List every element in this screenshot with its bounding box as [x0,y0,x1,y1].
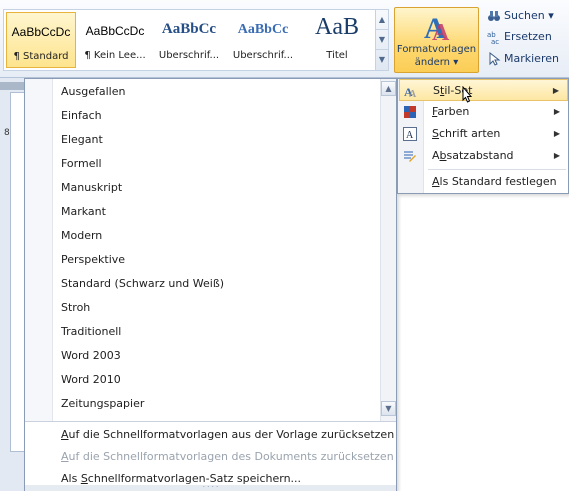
svg-text:A: A [409,89,417,98]
style-name: Überschrif... [158,50,220,61]
style-sample: AaBbCcDc [11,25,71,39]
colors-icon [404,106,416,118]
menu-label-pre: S [433,84,440,97]
mnemonic-letter: b [439,149,447,162]
style-set-item[interactable]: Stroh [61,296,90,320]
submenu-arrow-icon: ▶ [552,86,559,95]
menu-label-rest: arben [437,105,470,118]
change-styles-icon: A A [424,12,450,44]
style-set-item[interactable]: Elegant [61,128,103,152]
menu-item-paragraph-spacing[interactable]: Absatzabstand ▶ [399,145,568,167]
change-styles-menu: A A Stil-Set ▶ Farben ▶ A Schrift arten … [397,78,569,194]
change-styles-label-2: ändern ▾ [414,57,459,68]
menu-label-pre: A [432,149,440,162]
style-set-item[interactable]: Zeitungspapier [61,392,144,416]
style-set-list: Ausgefallen Einfach Elegant Formell Manu… [25,79,382,421]
style-name: Titel [326,50,348,61]
style-set-item[interactable]: Word 2003 [61,344,121,368]
menu-item-fonts[interactable]: A Schrift arten ▶ [399,123,568,145]
menu-label-rest: ls Standard festlegen [439,175,557,188]
style-set-item[interactable]: Einfach [61,104,102,128]
scroll-down-icon[interactable]: ▼ [381,401,396,416]
svg-text:A: A [406,130,414,141]
style-set-item[interactable]: Modern [61,224,102,248]
mouse-pointer-icon [462,86,473,103]
style-set-commands: Auf die Schnellformatvorlagen aus der Vo… [25,422,396,490]
cursor-arrow-icon [489,52,501,66]
style-set-item[interactable]: Ausgefallen [61,80,125,104]
change-styles-button[interactable]: A A Formatvorlagen ändern ▾ [394,7,479,73]
style-tile-kein-leerraum[interactable]: AaBbCcDc ¶ Kein Lee... [80,12,150,68]
svg-text:A: A [432,20,450,44]
paragraph-spacing-icon [404,151,416,162]
style-set-icon: A A [404,85,417,98]
menu-label-rest: chrift arten [438,127,501,140]
style-set-item[interactable]: Traditionell [61,320,121,344]
style-sample: AaB [315,14,359,40]
fonts-icon: A [403,127,417,141]
gallery-scroll-down-icon[interactable]: ▼ [376,30,388,50]
scroll-up-icon[interactable]: ▲ [381,81,396,96]
style-sample: AaBbCcDc [85,24,145,38]
command-label: uf die Schnellformatvorlagen des Dokumen… [68,450,394,463]
style-tile-heading-2[interactable]: AaBbCc Überschrif... [228,12,298,68]
style-sample: AaBbCc [237,22,289,37]
svg-text:ac: ac [491,38,499,44]
mnemonic-letter: A [432,175,440,188]
style-set-dropdown: Ausgefallen Einfach Elegant Formell Manu… [24,78,397,491]
reset-to-document-command: Auf die Schnellformatvorlagen des Dokume… [61,446,394,468]
replace-button[interactable]: ab ac Ersetzen [487,30,552,48]
style-set-item[interactable]: Perspektive [61,248,125,272]
select-label: Markieren [504,52,559,65]
style-tile-standard[interactable]: AaBbCcDc ¶ Standard [6,12,76,68]
find-button[interactable]: Suchen ▾ [487,9,554,27]
gallery-more-icon[interactable]: ▼ [376,50,388,70]
gallery-scroll: ▲ ▼ ▼ [375,9,389,71]
style-set-item[interactable]: Standard (Schwarz und Weiß) [61,272,224,296]
style-tile-title[interactable]: AaB Titel [302,12,372,68]
style-set-item[interactable]: Word 2010 [61,368,121,392]
menu-item-colors[interactable]: Farben ▶ [399,101,568,123]
menu-item-set-as-default[interactable]: Als Standard festlegen [399,171,568,193]
replace-icon: abac [487,31,499,44]
style-name: ¶ Kein Lee... [84,50,146,61]
style-set-item[interactable]: Manuskript [61,176,122,200]
command-prefix: Als [61,472,81,485]
resize-grip[interactable]: · · · · [25,484,396,491]
reset-to-template-command[interactable]: Auf die Schnellformatvorlagen aus der Vo… [61,424,394,446]
submenu-arrow-icon: ▶ [553,107,560,116]
style-set-item[interactable]: Markant [61,200,106,224]
style-name: Überschrif... [232,50,294,61]
mnemonic-letter: A [61,450,69,463]
binoculars-icon [488,11,500,21]
replace-label: Ersetzen [504,30,552,43]
style-tile-heading-1[interactable]: AaBbCc Überschrif... [154,12,224,68]
quick-styles-gallery: AaBbCcDc ¶ Standard AaBbCcDc ¶ Kein Lee.… [3,9,376,71]
menu-label-rest: satzabstand [446,149,514,162]
submenu-arrow-icon: ▶ [553,151,560,160]
gallery-scroll-up-icon[interactable]: ▲ [376,10,388,30]
submenu-arrow-icon: ▶ [553,129,560,138]
change-styles-label-1: Formatvorlagen [396,44,477,55]
style-set-scrollbar[interactable]: ▲ ▼ [380,79,396,421]
menu-separator [428,169,566,170]
menu-item-style-set[interactable]: A A Stil-Set ▶ [399,79,568,101]
style-set-item[interactable]: Formell [61,152,102,176]
find-label: Suchen ▾ [504,9,554,22]
command-label: uf die Schnellformatvorlagen aus der Vor… [68,428,395,441]
select-button[interactable]: Markieren [487,52,559,70]
ruler-marker: 8 [4,128,10,138]
mnemonic-letter: S [432,127,439,140]
command-label: chnellformatvorlagen-Satz speichern... [87,472,302,485]
mnemonic-letter: S [80,472,88,485]
style-name: ¶ Standard [13,51,69,62]
style-sample: AaBbCc [161,21,217,37]
mnemonic-letter: A [61,428,69,441]
